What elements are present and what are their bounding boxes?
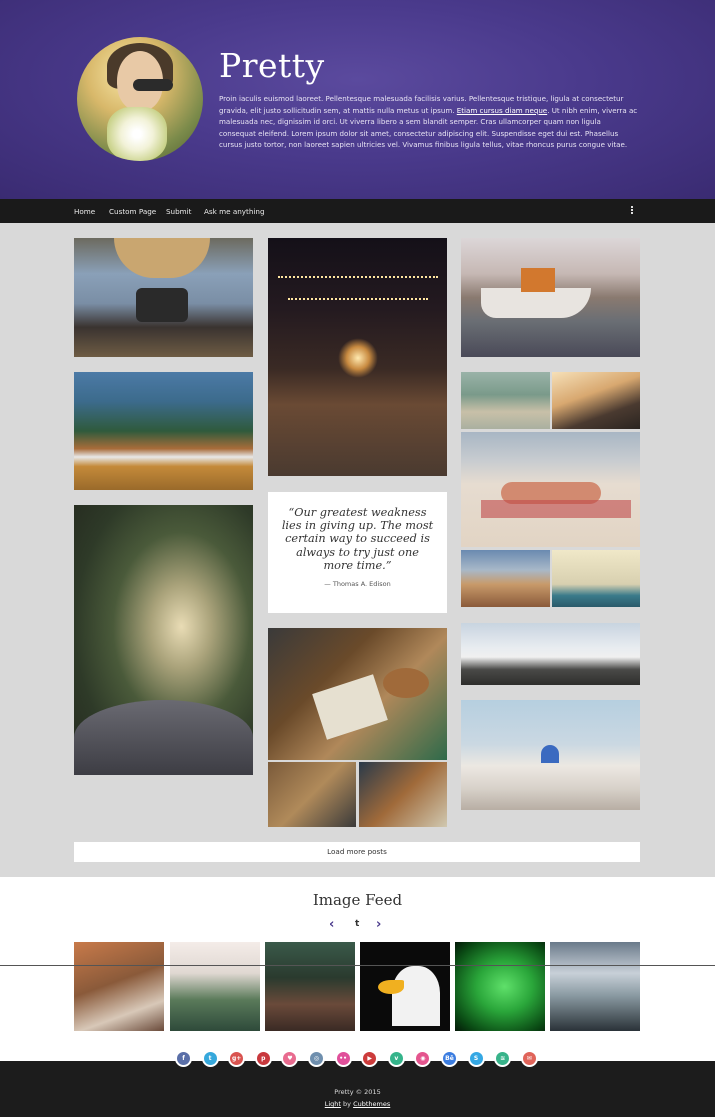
quote-post[interactable]: “Our greatest weakness lies in giving up… <box>268 492 447 613</box>
post-photo-lights-alley[interactable] <box>268 238 447 476</box>
boat-cabin <box>521 268 555 292</box>
post-photo-snow-mountains[interactable] <box>461 623 640 685</box>
towel-shape <box>481 500 631 518</box>
church-dome <box>541 745 559 763</box>
image-feed-section: Image Feed ‹ t › <box>0 877 715 1061</box>
feed-divider-line <box>0 965 715 966</box>
light-glow <box>338 338 378 378</box>
navigation-bar: Home Custom Page Submit Ask me anything <box>0 199 715 223</box>
nav-home[interactable]: Home <box>74 207 95 216</box>
camera-shape <box>136 288 188 322</box>
feed-thumbnail-woods-reader[interactable] <box>265 942 355 1031</box>
rock-shape <box>74 700 253 775</box>
behance-icon[interactable]: Bē <box>441 1050 458 1067</box>
notebook-shape <box>312 674 388 740</box>
twitter-icon[interactable]: t <box>201 1050 219 1067</box>
boat-hull <box>481 288 591 318</box>
tumblr-logo-icon[interactable]: t <box>355 919 359 929</box>
post-photo-boats[interactable] <box>461 238 640 357</box>
load-more-button[interactable]: Load more posts <box>74 842 640 862</box>
image-feed-title: Image Feed <box>312 891 403 909</box>
instagram-icon[interactable]: ◎ <box>308 1050 325 1067</box>
blog-description: Proin iaculis euismod laoreet. Pellentes… <box>219 93 639 151</box>
vine-icon[interactable]: v <box>387 1050 405 1067</box>
more-vertical-icon[interactable] <box>630 205 634 217</box>
string-lights <box>288 298 428 300</box>
hair-shape <box>114 238 210 278</box>
quote-text: “Our greatest weakness lies in giving up… <box>281 506 434 572</box>
post-photo-desk-items[interactable] <box>359 762 447 827</box>
quote-author: — Thomas A. Edison <box>324 580 391 588</box>
feed-thumbnail-foggy-forest[interactable] <box>170 942 260 1031</box>
coasters-shape <box>383 668 429 698</box>
theme-by-text: by <box>340 1100 354 1108</box>
post-photo-desk-tools[interactable] <box>268 762 356 827</box>
nav-ask-me-anything[interactable]: Ask me anything <box>204 207 265 216</box>
post-photo-autumn-lake[interactable] <box>74 372 253 490</box>
theme-credit: Light by Cubthemes <box>0 1100 715 1108</box>
site-footer: Pretty © 2015 Light by Cubthemes <box>0 1061 715 1117</box>
avatar-flowers <box>107 107 167 161</box>
post-photo-coast-rocks[interactable] <box>552 372 640 429</box>
pinterest-icon[interactable]: p <box>254 1050 272 1067</box>
email-icon[interactable]: ✉ <box>520 1050 538 1067</box>
nav-custom-page[interactable]: Custom Page <box>109 207 156 216</box>
nav-submit[interactable]: Submit <box>166 207 192 216</box>
eagle-beak <box>378 980 404 994</box>
post-photo-harbor-masts[interactable] <box>552 550 640 607</box>
post-photo-forest-rock[interactable] <box>74 505 253 775</box>
blog-title[interactable]: Pretty <box>219 46 325 85</box>
copyright-text: Pretty © 2015 <box>334 1088 381 1096</box>
description-link[interactable]: Etiam cursus diam neque <box>457 106 547 115</box>
feed-thumbnail-eagle[interactable] <box>360 942 450 1031</box>
post-photo-santorini[interactable] <box>461 700 640 810</box>
post-photo-sandy-beach[interactable] <box>461 550 550 607</box>
facebook-icon[interactable]: f <box>175 1050 192 1067</box>
skype-icon[interactable]: S <box>467 1050 485 1067</box>
flickr-icon[interactable]: •• <box>334 1050 352 1067</box>
avatar-sunglasses <box>133 79 173 91</box>
string-lights <box>278 276 438 278</box>
post-photo-sunbathers[interactable] <box>461 432 640 547</box>
feed-thumbnail-green-leaf[interactable] <box>455 942 545 1031</box>
chevron-left-icon[interactable]: ‹ <box>329 917 334 932</box>
feed-thumbnail-tea[interactable] <box>74 942 164 1031</box>
avatar[interactable] <box>77 37 203 161</box>
feed-thumbnail-misty-pines[interactable] <box>550 942 640 1031</box>
chevron-right-icon[interactable]: › <box>376 917 381 932</box>
eagle-head <box>392 966 440 1026</box>
blog-header: Pretty Proin iaculis euismod laoreet. Pe… <box>0 0 715 199</box>
post-photo-beach-town[interactable] <box>461 372 550 429</box>
author-link[interactable]: Cubthemes <box>353 1100 390 1108</box>
post-photo-desk-workspace[interactable] <box>268 628 447 760</box>
theme-link[interactable]: Light <box>325 1100 341 1108</box>
post-photo-camera-girl[interactable] <box>74 238 253 357</box>
